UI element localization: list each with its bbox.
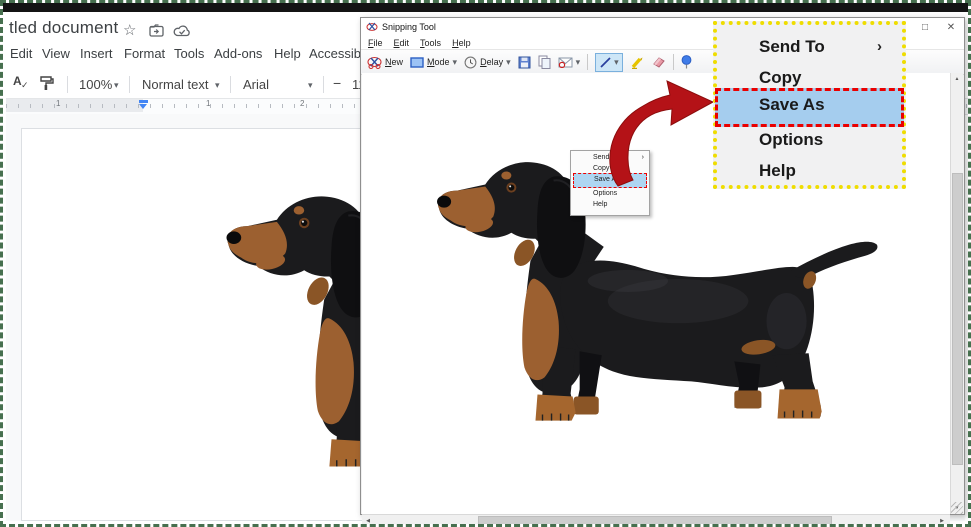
snip-menu-edit[interactable]: Edit	[394, 38, 410, 48]
maximize-button[interactable]: □	[912, 22, 938, 33]
horizontal-scrollbar[interactable]: ◀ ▶	[362, 514, 950, 527]
callout-save-as-highlighted[interactable]: Save As	[715, 88, 904, 127]
callout-options[interactable]: Options	[759, 130, 823, 150]
callout-help[interactable]: Help	[759, 161, 796, 181]
docs-menu-help[interactable]: Help	[274, 46, 301, 61]
chevron-down-icon: ▾	[215, 80, 220, 91]
close-button[interactable]: ✕	[938, 22, 964, 33]
scroll-left-icon[interactable]: ◀	[362, 515, 374, 527]
scissors-icon	[366, 21, 378, 33]
move-folder-icon[interactable]	[149, 24, 165, 37]
docs-menu-addons[interactable]: Add-ons	[214, 46, 262, 61]
new-label: New	[385, 57, 403, 67]
font-select[interactable]: Arial	[243, 77, 269, 92]
chevron-down-icon: ▾	[114, 80, 119, 91]
delay-label: Delay	[480, 57, 503, 67]
cloud-status-icon[interactable]	[173, 24, 191, 37]
highlighter-icon[interactable]	[630, 56, 644, 69]
envelope-icon	[558, 57, 573, 68]
pen-button-selected[interactable]: ▾	[595, 53, 623, 72]
eraser-icon[interactable]	[651, 56, 666, 68]
toolbar-separator	[129, 76, 130, 93]
snip-menu-tools[interactable]: Tools	[420, 38, 441, 48]
toolbar-separator	[323, 76, 324, 93]
toolbar-separator	[587, 54, 588, 70]
ruler-number: 1	[206, 99, 210, 108]
doc-title[interactable]: tled document	[9, 18, 118, 38]
docs-menu-tools[interactable]: Tools	[174, 46, 204, 61]
save-as-label: Save As	[759, 95, 825, 115]
mode-label: Mode	[427, 57, 450, 67]
horizontal-scroll-thumb[interactable]	[478, 516, 832, 527]
resize-grip[interactable]	[951, 502, 963, 514]
scroll-right-icon[interactable]: ▶	[936, 515, 948, 527]
spellcheck-icon[interactable]: A ✓	[13, 74, 31, 92]
indent-marker-triangle[interactable]	[139, 104, 147, 109]
mode-icon	[410, 57, 424, 68]
context-menu-help[interactable]: Help	[593, 201, 607, 208]
docs-menu-insert[interactable]: Insert	[80, 46, 113, 61]
scissors-new-icon	[367, 55, 382, 69]
callout-send-to[interactable]: Send To	[759, 37, 825, 57]
docs-menu-format[interactable]: Format	[124, 46, 165, 61]
paint-format-icon[interactable]	[39, 76, 54, 91]
chevron-down-icon: ▾	[576, 57, 581, 68]
docs-menu-accessibility[interactable]: Accessibi	[309, 46, 364, 61]
vertical-scroll-thumb[interactable]	[952, 173, 963, 465]
red-annotation-arrow	[591, 78, 721, 193]
ruler-number: 1	[56, 99, 60, 108]
chevron-down-icon: ▾	[308, 80, 313, 91]
submenu-arrow-icon: ›	[877, 38, 882, 55]
save-icon[interactable]	[518, 56, 531, 69]
zoom-select[interactable]: 100%	[79, 77, 112, 92]
clock-icon	[464, 56, 477, 69]
pin-icon[interactable]	[681, 55, 692, 69]
chevron-down-icon: ▾	[614, 57, 619, 68]
snip-menu-file[interactable]: File	[368, 38, 383, 48]
paragraph-style-select[interactable]: Normal text	[142, 77, 208, 92]
docs-menu-view[interactable]: View	[42, 46, 70, 61]
mode-button[interactable]: Mode ▾	[410, 57, 457, 68]
decrease-font-button[interactable]: −	[333, 75, 341, 91]
email-button[interactable]: ▾	[558, 57, 581, 68]
callout-copy[interactable]: Copy	[759, 68, 802, 88]
callout-menu: Send To › Copy Save As Options Help	[713, 21, 906, 189]
toolbar-separator	[230, 76, 231, 93]
scroll-up-icon[interactable]: ▲	[951, 73, 963, 85]
snip-menu-help[interactable]: Help	[452, 38, 471, 48]
toolbar-separator	[673, 54, 674, 70]
new-snip-button[interactable]: New	[367, 55, 403, 69]
chevron-down-icon: ▾	[506, 57, 511, 68]
star-icon[interactable]: ☆	[123, 21, 136, 39]
ruler-number: 2	[300, 99, 304, 108]
vertical-scrollbar[interactable]: ▲ ▼	[950, 73, 963, 514]
chevron-down-icon: ▾	[453, 57, 458, 68]
docs-menu-edit[interactable]: Edit	[10, 46, 32, 61]
toolbar-separator	[67, 76, 68, 93]
copy-icon[interactable]	[538, 55, 551, 69]
pen-icon	[599, 56, 612, 69]
screenshot-frame: tled document ☆ Edit View Insert Format …	[0, 0, 971, 527]
indent-marker-bar[interactable]	[139, 100, 148, 103]
top-black-bar	[3, 3, 968, 12]
delay-button[interactable]: Delay ▾	[464, 56, 511, 69]
